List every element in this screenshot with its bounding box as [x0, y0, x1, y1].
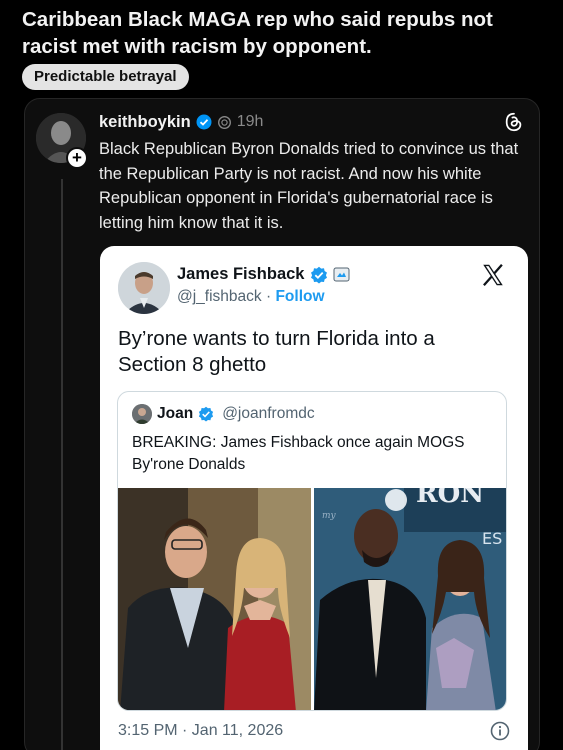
verified-badge-icon	[310, 266, 327, 283]
author-row: keithboykin 19h	[99, 111, 263, 133]
quote-avatar[interactable]	[132, 404, 152, 424]
quote-handle[interactable]: @joanfromdc	[222, 405, 314, 423]
tweet-text: By’rone wants to turn Florida into a Sec…	[118, 327, 435, 376]
svg-text:my: my	[322, 511, 337, 521]
username[interactable]: keithboykin	[99, 113, 191, 132]
handle-separator: ·	[261, 288, 276, 305]
post-time: 19h	[236, 113, 264, 130]
svg-text:RON: RON	[416, 488, 484, 509]
clock-icon	[217, 115, 231, 129]
quote-author-name[interactable]: Joan	[157, 405, 193, 423]
follow-button[interactable]: Follow	[275, 288, 324, 305]
threads-post-card: + keithboykin 19h Black Republican Byron…	[24, 98, 540, 750]
quote-photo-couple-left[interactable]	[118, 488, 311, 710]
verified-badge-icon	[196, 114, 212, 130]
quoted-tweet[interactable]: Joan @joanfromdc BREAKING: James Fishbac…	[117, 391, 507, 711]
svg-text:ES: ES	[482, 529, 502, 548]
tweet-timestamp[interactable]: 3:15 PM · Jan 11, 2026	[118, 722, 283, 740]
follow-plus-icon[interactable]: +	[66, 147, 88, 169]
tweet-handle-row: @j_fishback · Follow	[177, 288, 325, 306]
embedded-tweet[interactable]: James Fishback @j_fishback · Follow By’r…	[100, 246, 528, 750]
tweet-avatar[interactable]	[118, 262, 170, 314]
tweet-footer: 3:15 PM · Jan 11, 2026	[118, 719, 510, 743]
affiliate-badge-icon	[333, 267, 349, 282]
quote-header: Joan @joanfromdc	[132, 404, 315, 424]
tweet-author-name[interactable]: James Fishback	[177, 265, 305, 284]
threads-logo-icon[interactable]	[503, 111, 525, 133]
x-logo-icon[interactable]	[480, 262, 506, 288]
flair-badge[interactable]: Predictable betrayal	[22, 64, 189, 90]
verified-badge-icon	[199, 406, 214, 422]
quote-text: BREAKING: James Fishback once again MOGS…	[132, 434, 465, 473]
post-title: Caribbean Black MAGA rep who said repubs…	[22, 8, 493, 58]
info-icon[interactable]	[490, 721, 510, 741]
post-body: Black Republican Byron Donalds tried to …	[99, 140, 519, 232]
tweet-handle[interactable]: @j_fishback	[177, 288, 262, 305]
tweet-name-row: James Fishback	[177, 265, 350, 284]
quote-photo-couple-right[interactable]: RON ES my	[314, 488, 506, 710]
thread-line	[61, 179, 63, 750]
